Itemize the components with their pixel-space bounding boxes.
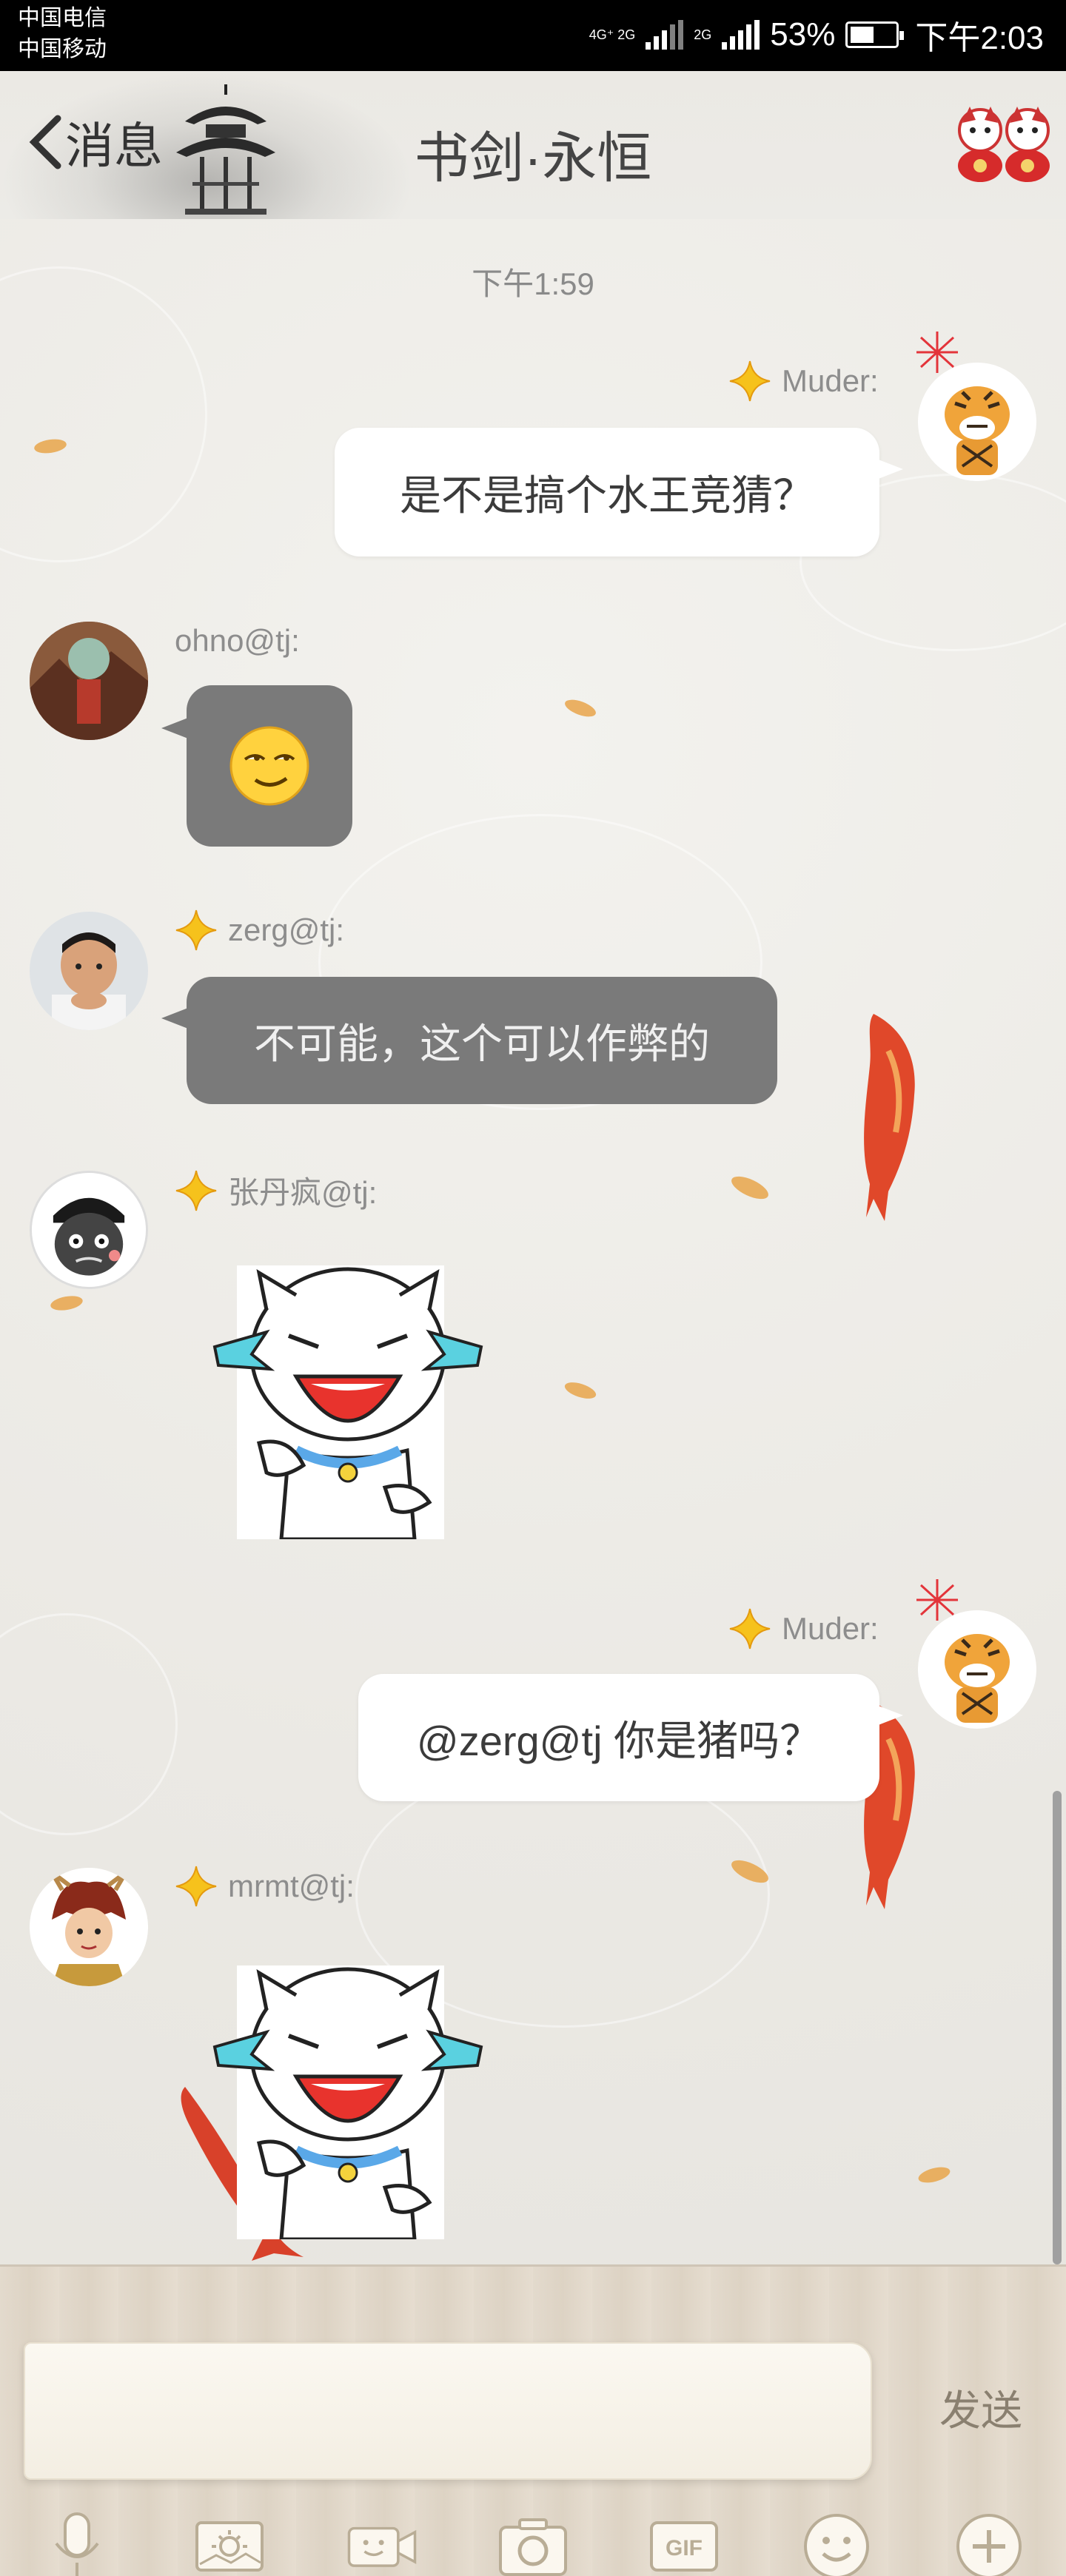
battery-percent: 53% [770, 16, 836, 53]
message-input[interactable] [24, 2342, 872, 2480]
input-area: 发送 GIF [0, 2264, 1066, 2576]
gif-icon[interactable]: GIF [648, 2511, 720, 2576]
bubble-tail [876, 459, 903, 480]
smirk-face-icon [229, 726, 309, 806]
leaf-decoration [563, 1379, 598, 1402]
water-ripple [0, 1613, 178, 1835]
tiger-avatar-icon [918, 363, 1036, 481]
message-text: 是不是搞个水王竞猜？ [400, 471, 814, 519]
badge-star-icon [175, 1866, 217, 1907]
plus-icon[interactable] [953, 2511, 1025, 2576]
avatar[interactable] [30, 622, 148, 740]
leaf-decoration [728, 1171, 772, 1204]
network-type-1: 4G⁺ 2G [589, 27, 636, 42]
message-bubble[interactable]: 不可能，这个可以作弊的 [187, 977, 777, 1104]
lucky-dolls-icon[interactable] [952, 102, 1056, 184]
leaf-decoration [49, 1294, 84, 1313]
chat-scrollbar[interactable] [1053, 1791, 1062, 2264]
network-type-2: 2G [694, 27, 712, 42]
bubble-tail [161, 1008, 188, 1029]
chat-timestamp: 下午1:59 [472, 266, 594, 301]
video-call-icon[interactable] [346, 2511, 418, 2576]
message-text: 不可能，这个可以作弊的 [254, 1020, 710, 1067]
avatar[interactable] [30, 1868, 148, 1986]
message-text: @zerg@tj 你是猪吗？ [416, 1717, 822, 1764]
carrier-2-label: 中国移动 [18, 37, 107, 61]
bubble-tail [876, 1705, 903, 1726]
badge-star-icon [175, 909, 217, 951]
status-bar: 中国电信 中国移动 4G⁺ 2G 2G 53% 下午2:03 [0, 0, 1066, 71]
photo-album-icon[interactable] [194, 2511, 265, 2576]
signal-1-icon [646, 20, 684, 50]
avatar[interactable] [30, 1171, 148, 1289]
battery-icon [845, 21, 905, 48]
water-ripple [0, 266, 207, 562]
camera-icon[interactable] [497, 2511, 569, 2576]
sender-name: 张丹疯@tj: [175, 1168, 377, 1213]
badge-star-icon [729, 1608, 771, 1649]
sender-name: Muder: [728, 1607, 879, 1650]
avatar[interactable] [918, 363, 1036, 481]
title-bar: 消息 书剑·永恒 [0, 71, 1066, 219]
carrier-1-label: 中国电信 [18, 6, 107, 30]
bubble-tail [161, 718, 188, 739]
sender-name: mrmt@tj: [175, 1865, 355, 1908]
tiger-avatar-icon [918, 1610, 1036, 1729]
sender-name: Muder: [728, 360, 879, 403]
signal-2-icon [722, 20, 760, 50]
send-button[interactable]: 发送 [918, 2370, 1044, 2444]
battery-level [851, 27, 874, 43]
firework-icon [916, 1579, 958, 1621]
firework-icon [916, 332, 958, 373]
laughing-cat-sticker[interactable] [200, 1965, 489, 2239]
leaf-decoration [916, 2164, 952, 2186]
badge-star-icon [175, 1170, 217, 1211]
emoji-icon[interactable] [801, 2511, 872, 2576]
child-photo-avatar-icon [30, 912, 148, 1030]
warrior-avatar-icon [30, 1868, 148, 1986]
message-bubble[interactable]: @zerg@tj 你是猪吗？ [358, 1674, 879, 1801]
message-bubble[interactable] [187, 685, 352, 847]
landscape-avatar-icon [30, 622, 148, 740]
koi-fish-decoration [864, 1014, 915, 1221]
sender-name: ohno@tj: [175, 623, 300, 658]
leaf-decoration [563, 696, 598, 720]
badge-star-icon [729, 360, 771, 402]
black-cartoon-avatar-icon [32, 1173, 146, 1287]
avatar[interactable] [918, 1610, 1036, 1729]
clock: 下午2:03 [915, 20, 1044, 56]
laughing-cat-sticker[interactable] [200, 1265, 489, 1539]
input-toolbar: GIF [0, 2503, 1066, 2576]
message-bubble[interactable]: 是不是搞个水王竞猜？ [335, 428, 879, 556]
svg-text:GIF: GIF [666, 2536, 703, 2560]
status-bar-right: 4G⁺ 2G 2G 53% 下午2:03 [589, 12, 1044, 58]
chat-window: 中国电信 中国移动 4G⁺ 2G 2G 53% 下午2:03 消息 书剑·永恒 [0, 0, 1066, 2576]
sender-name: zerg@tj: [175, 909, 344, 952]
microphone-icon[interactable] [41, 2511, 113, 2576]
avatar[interactable] [30, 912, 148, 1030]
page-title: 书剑·永恒 [414, 127, 652, 189]
